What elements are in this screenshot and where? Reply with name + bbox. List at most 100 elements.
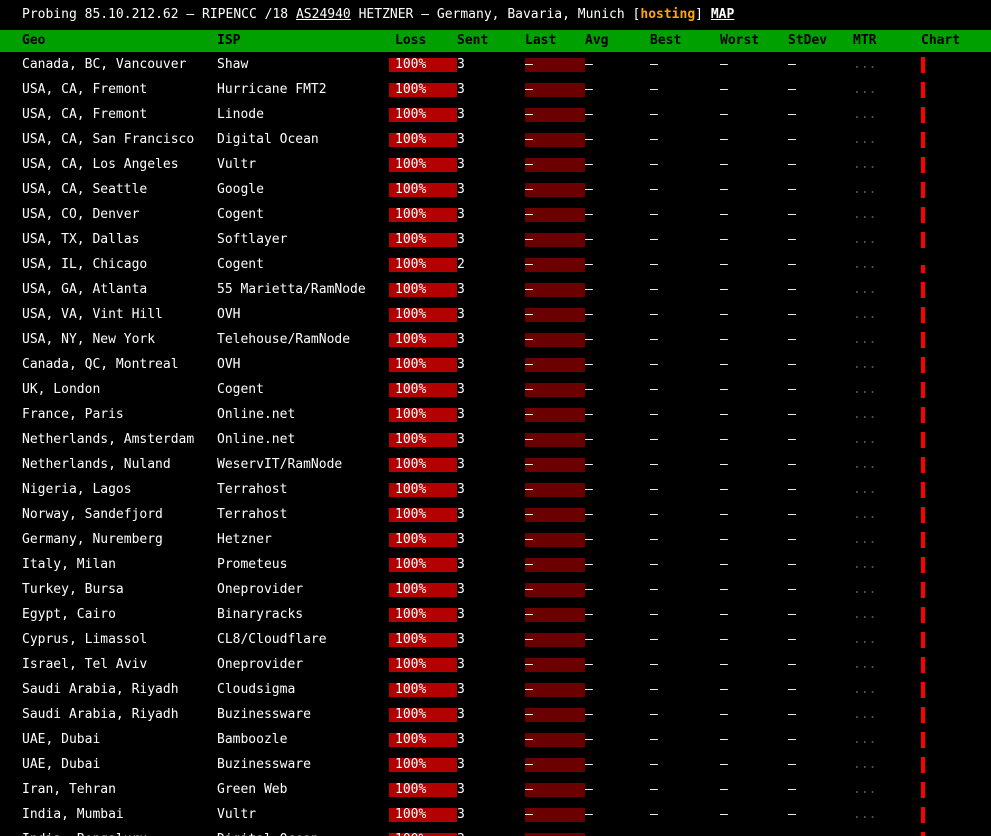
cell-mtr-link[interactable]: ...: [853, 308, 921, 322]
cell-chart[interactable]: [921, 153, 971, 177]
cell-sent: 3: [457, 483, 525, 497]
col-avg[interactable]: Avg: [585, 34, 650, 48]
cell-sent: 3: [457, 558, 525, 572]
cell-chart[interactable]: [921, 453, 971, 477]
col-mtr[interactable]: MTR: [853, 34, 921, 48]
cell-chart[interactable]: [921, 328, 971, 352]
cell-chart[interactable]: [921, 728, 971, 752]
cell-mtr-link[interactable]: ...: [853, 233, 921, 247]
cell-chart[interactable]: [921, 778, 971, 802]
col-worst[interactable]: Worst: [720, 34, 788, 48]
cell-mtr-link[interactable]: ...: [853, 833, 921, 836]
cell-mtr-link[interactable]: ...: [853, 483, 921, 497]
cell-mtr-link[interactable]: ...: [853, 208, 921, 222]
cell-mtr-link[interactable]: ...: [853, 183, 921, 197]
cell-chart[interactable]: [921, 428, 971, 452]
col-chart[interactable]: Chart: [921, 34, 971, 48]
cell-chart[interactable]: [921, 703, 971, 727]
cell-chart[interactable]: [921, 603, 971, 627]
cell-mtr-link[interactable]: ...: [853, 758, 921, 772]
cell-worst: –: [720, 258, 788, 272]
cell-mtr-link[interactable]: ...: [853, 283, 921, 297]
cell-best: –: [650, 683, 720, 697]
cell-mtr-link[interactable]: ...: [853, 433, 921, 447]
cell-chart[interactable]: [921, 828, 971, 836]
cell-chart[interactable]: [921, 803, 971, 827]
cell-chart[interactable]: [921, 78, 971, 102]
cell-mtr-link[interactable]: ...: [853, 608, 921, 622]
cell-chart[interactable]: [921, 553, 971, 577]
cell-chart[interactable]: [921, 628, 971, 652]
cell-last: –: [525, 633, 585, 647]
cell-mtr-link[interactable]: ...: [853, 58, 921, 72]
cell-avg: –: [585, 133, 650, 147]
cell-chart[interactable]: [921, 478, 971, 502]
cell-geo: USA, CO, Denver: [0, 208, 217, 222]
col-loss[interactable]: Loss: [389, 34, 457, 48]
cell-worst: –: [720, 533, 788, 547]
col-geo[interactable]: Geo: [0, 34, 217, 48]
cell-mtr-link[interactable]: ...: [853, 508, 921, 522]
asn-link[interactable]: AS24940: [296, 7, 351, 22]
cell-mtr-link[interactable]: ...: [853, 808, 921, 822]
cell-chart[interactable]: [921, 378, 971, 402]
cell-mtr-link[interactable]: ...: [853, 783, 921, 797]
cell-geo: Egypt, Cairo: [0, 608, 217, 622]
cell-last: –: [525, 458, 585, 472]
cell-last: –: [525, 158, 585, 172]
cell-mtr-link[interactable]: ...: [853, 258, 921, 272]
cell-sent: 3: [457, 308, 525, 322]
cell-mtr-link[interactable]: ...: [853, 158, 921, 172]
cell-mtr-link[interactable]: ...: [853, 533, 921, 547]
cell-chart[interactable]: [921, 128, 971, 152]
cell-mtr-link[interactable]: ...: [853, 633, 921, 647]
cell-chart[interactable]: [921, 253, 971, 277]
col-isp[interactable]: ISP: [217, 34, 389, 48]
cell-sent: 3: [457, 458, 525, 472]
cell-chart[interactable]: [921, 403, 971, 427]
col-last[interactable]: Last: [525, 34, 585, 48]
cell-mtr-link[interactable]: ...: [853, 708, 921, 722]
cell-chart[interactable]: [921, 353, 971, 377]
cell-stdev: –: [788, 333, 853, 347]
cell-last: –: [525, 658, 585, 672]
cell-chart[interactable]: [921, 753, 971, 777]
cell-mtr-link[interactable]: ...: [853, 408, 921, 422]
cell-mtr-link[interactable]: ...: [853, 108, 921, 122]
cell-chart[interactable]: [921, 203, 971, 227]
cell-last: –: [525, 683, 585, 697]
cell-chart[interactable]: [921, 103, 971, 127]
cell-mtr-link[interactable]: ...: [853, 733, 921, 747]
cell-chart[interactable]: [921, 503, 971, 527]
cell-chart[interactable]: [921, 178, 971, 202]
cell-mtr-link[interactable]: ...: [853, 583, 921, 597]
table-row: Germany, NurembergHetzner100%3–––––...: [0, 527, 991, 552]
cell-chart[interactable]: [921, 228, 971, 252]
col-stdev[interactable]: StDev: [788, 34, 853, 48]
cell-chart[interactable]: [921, 528, 971, 552]
cell-mtr-link[interactable]: ...: [853, 658, 921, 672]
cell-chart[interactable]: [921, 278, 971, 302]
cell-stdev: –: [788, 808, 853, 822]
cell-chart[interactable]: [921, 678, 971, 702]
cell-mtr-link[interactable]: ...: [853, 383, 921, 397]
cell-mtr-link[interactable]: ...: [853, 133, 921, 147]
cell-chart[interactable]: [921, 303, 971, 327]
cell-worst: –: [720, 433, 788, 447]
cell-mtr-link[interactable]: ...: [853, 83, 921, 97]
map-link[interactable]: MAP: [711, 7, 734, 22]
cell-mtr-link[interactable]: ...: [853, 358, 921, 372]
cell-last: –: [525, 58, 585, 72]
cell-chart[interactable]: [921, 578, 971, 602]
chart-bar-icon: [921, 832, 925, 836]
col-sent[interactable]: Sent: [457, 34, 525, 48]
cell-chart[interactable]: [921, 53, 971, 77]
col-best[interactable]: Best: [650, 34, 720, 48]
cell-worst: –: [720, 608, 788, 622]
cell-mtr-link[interactable]: ...: [853, 333, 921, 347]
cell-mtr-link[interactable]: ...: [853, 458, 921, 472]
cell-mtr-link[interactable]: ...: [853, 683, 921, 697]
cell-mtr-link[interactable]: ...: [853, 558, 921, 572]
cell-chart[interactable]: [921, 653, 971, 677]
cell-loss: 100%: [389, 158, 457, 172]
